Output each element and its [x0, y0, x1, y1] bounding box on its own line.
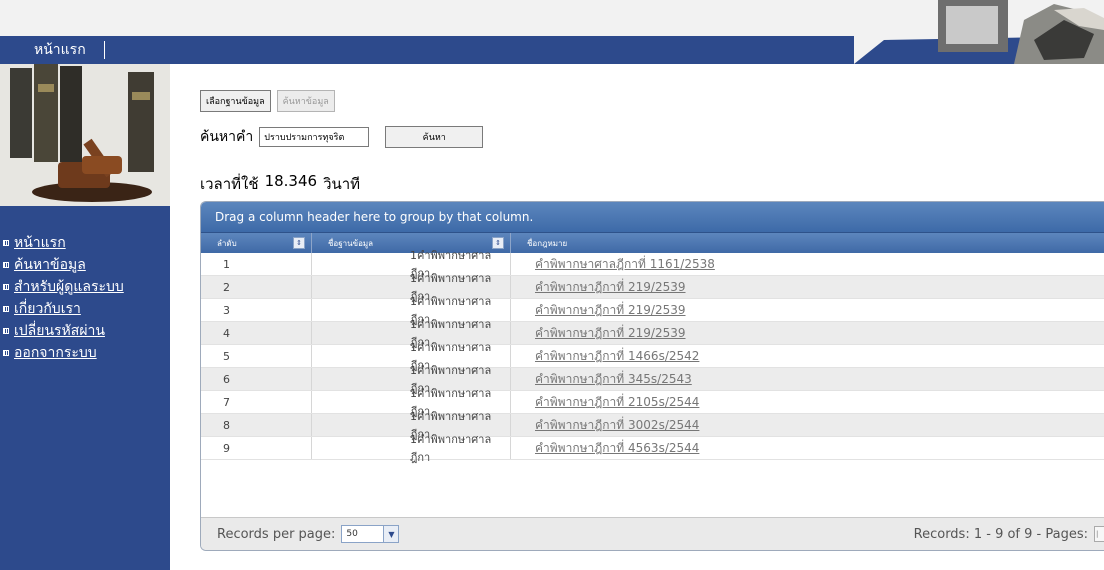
law-link[interactable]: คำพิพากษาฎีกาที่ 4563s/2544: [535, 439, 699, 458]
records-per-page-value: 50: [346, 529, 358, 539]
bullet-icon: [3, 328, 9, 334]
elapsed-time-label: เวลาที่ใช้: [200, 175, 259, 193]
law-link[interactable]: คำพิพากษาฎีกาที่ 345s/2543: [535, 370, 692, 389]
cell-no: 4: [201, 322, 312, 344]
sidebar-item-about[interactable]: เกี่ยวกับเรา: [0, 298, 124, 320]
table-row: 1 1คำพิพากษาศาลฎีกา คำพิพากษาศาลฎีกาที่ 11…: [201, 249, 1104, 280]
chevron-down-icon[interactable]: ▼: [383, 526, 399, 542]
law-link[interactable]: คำพิพากษาศาลฎีกาที่ 1161/2538: [535, 255, 715, 274]
law-link[interactable]: คำพิพากษาฎีกาที่ 1466s/2542: [535, 347, 699, 366]
sidebar-link-admin[interactable]: สำหรับผู้ดูแลระบบ: [14, 276, 124, 298]
cell-no: 2: [201, 276, 312, 298]
column-header-law-name[interactable]: ชื่อกฎหมาย: [511, 233, 1104, 253]
records-per-page-label: Records per page:: [217, 526, 336, 542]
cell-no: 3: [201, 299, 312, 321]
elapsed-time-value: 18.346: [264, 172, 318, 190]
sort-icon[interactable]: ⇕: [293, 237, 305, 249]
results-grid: Drag a column header here to group by th…: [200, 201, 1104, 551]
search-input[interactable]: [259, 127, 370, 147]
law-link[interactable]: คำพิพากษาฎีกาที่ 219/2539: [535, 301, 686, 320]
sidebar-link-change-password[interactable]: เปลี่ยนรหัสผ่าน: [14, 320, 105, 342]
sidebar-item-change-password[interactable]: เปลี่ยนรหัสผ่าน: [0, 320, 124, 342]
select-database-button[interactable]: เลือกฐานข้อมูล: [200, 90, 271, 112]
table-row: 5 1คำพิพากษาศาลฎีกา คำพิพากษาฎีกาที่ 1466s…: [201, 341, 1104, 372]
banner-photo: [854, 0, 1104, 64]
search-label: ค้นหาคำ: [200, 129, 254, 145]
sidebar-item-admin[interactable]: สำหรับผู้ดูแลระบบ: [0, 276, 124, 298]
column-header-no[interactable]: ลำดับ ⇕: [201, 233, 312, 253]
column-header-no-label: ลำดับ: [217, 238, 237, 248]
cell-no: 6: [201, 368, 312, 390]
sidebar-item-search[interactable]: ค้นหาข้อมูล: [0, 254, 124, 276]
law-link[interactable]: คำพิพากษาฎีกาที่ 3002s/2544: [535, 416, 699, 435]
table-row: 7 1คำพิพากษาศาลฎีกา คำพิพากษาฎีกาที่ 2105s…: [201, 387, 1104, 418]
mode-button-row: เลือกฐานข้อมูล ค้นหาข้อมูล: [200, 90, 335, 112]
sidebar-link-about[interactable]: เกี่ยวกับเรา: [14, 298, 81, 320]
search-button[interactable]: ค้นหา: [385, 126, 484, 148]
cell-no: 1: [201, 253, 312, 275]
nav-separator: [103, 41, 105, 59]
bullet-icon: [3, 284, 9, 290]
records-summary: Records: 1 - 9 of 9 - Pages:: [913, 526, 1088, 542]
grid-rows: 1 1คำพิพากษาศาลฎีกา คำพิพากษาศาลฎีกาที่ 11…: [201, 249, 1104, 464]
sidebar-link-home[interactable]: หน้าแรก: [14, 232, 66, 254]
law-link[interactable]: คำพิพากษาฎีกาที่ 219/2539: [535, 324, 686, 343]
cell-no: 8: [201, 414, 312, 436]
first-page-icon[interactable]: |: [1094, 526, 1104, 542]
law-books-gavel-image: [0, 64, 170, 206]
column-header-database[interactable]: ชื่อฐานข้อมูล ⇕: [312, 233, 511, 253]
column-header-database-label: ชื่อฐานข้อมูล: [328, 238, 374, 248]
sidebar-link-search[interactable]: ค้นหาข้อมูล: [14, 254, 86, 276]
sidebar: หน้าแรก ค้นหาข้อมูล สำหรับผู้ดูแลระบบ เก…: [0, 64, 170, 570]
bullet-icon: [3, 350, 9, 356]
group-by-drop-area[interactable]: Drag a column header here to group by th…: [201, 202, 1104, 232]
sidebar-item-logout[interactable]: ออกจากระบบ: [0, 342, 124, 364]
sort-icon[interactable]: ⇕: [492, 237, 504, 249]
bullet-icon: [3, 306, 9, 312]
table-row: 4 1คำพิพากษาศาลฎีกา คำพิพากษาฎีกาที่ 219/2…: [201, 318, 1104, 349]
records-per-page-select[interactable]: 50 ▼: [341, 525, 400, 543]
elapsed-time: เวลาที่ใช้ 18.346 วินาที: [200, 172, 360, 196]
law-link[interactable]: คำพิพากษาฎีกาที่ 2105s/2544: [535, 393, 699, 412]
search-row: ค้นหาคำ ค้นหา: [200, 126, 484, 148]
table-row: 2 1คำพิพากษาศาลฎีกา คำพิพากษาฎีกาที่ 219/2…: [201, 272, 1104, 303]
search-data-button[interactable]: ค้นหาข้อมูล: [276, 90, 335, 112]
law-link[interactable]: คำพิพากษาฎีกาที่ 219/2539: [535, 278, 686, 297]
cell-database: 1คำพิพากษาศาลฎีกา: [312, 433, 511, 464]
grid-footer: Records per page: 50 ▼ Records: 1 - 9 of…: [201, 517, 1104, 550]
table-row: 9 1คำพิพากษาศาลฎีกา คำพิพากษาฎีกาที่ 4563s…: [201, 433, 1104, 464]
sidebar-link-logout[interactable]: ออกจากระบบ: [14, 342, 97, 364]
sidebar-item-home[interactable]: หน้าแรก: [0, 232, 124, 254]
bullet-icon: [3, 262, 9, 268]
table-row: 3 1คำพิพากษาศาลฎีกา คำพิพากษาฎีกาที่ 219/2…: [201, 295, 1104, 326]
sidebar-menu: หน้าแรก ค้นหาข้อมูล สำหรับผู้ดูแลระบบ เก…: [0, 232, 124, 364]
grid-header-row: ลำดับ ⇕ ชื่อฐานข้อมูล ⇕ ชื่อกฎหมาย: [201, 232, 1104, 253]
table-row: 6 1คำพิพากษาศาลฎีกา คำพิพากษาฎีกาที่ 345s/…: [201, 364, 1104, 395]
nav-home-link[interactable]: หน้าแรก: [0, 39, 104, 61]
table-row: 8 1คำพิพากษาศาลฎีกา คำพิพากษาฎีกาที่ 3002s…: [201, 410, 1104, 441]
column-header-law-name-label: ชื่อกฎหมาย: [527, 238, 568, 248]
bullet-icon: [3, 240, 9, 246]
cell-no: 5: [201, 345, 312, 367]
elapsed-time-unit: วินาที: [323, 175, 361, 193]
cell-no: 9: [201, 437, 312, 459]
cell-no: 7: [201, 391, 312, 413]
